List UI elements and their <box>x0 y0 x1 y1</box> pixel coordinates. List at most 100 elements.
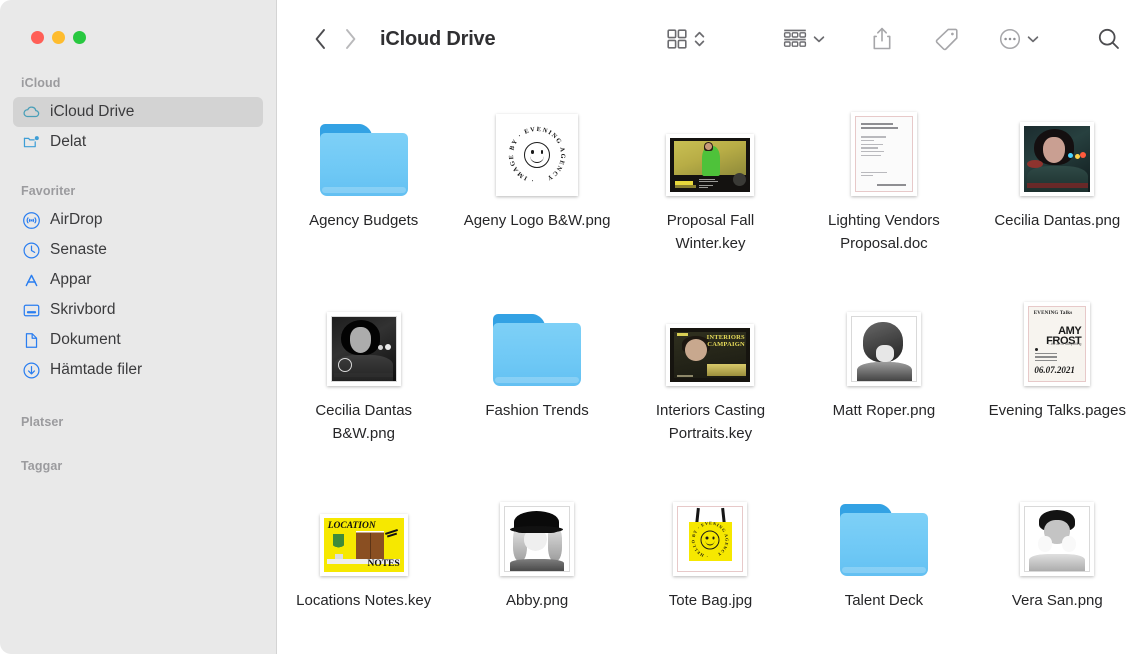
sidebar-item-hamtade-filer[interactable]: Hämtade filer <box>13 355 263 385</box>
chevron-down-icon[interactable] <box>1026 32 1040 46</box>
ellipsis-circle-icon[interactable] <box>998 27 1022 51</box>
file-label: Talent Deck <box>845 590 923 613</box>
chevron-updown-icon[interactable] <box>693 28 706 50</box>
file-label: Abby.png <box>506 590 568 613</box>
thumbnail: EVENING Talks AMY FROST ...the art of st… <box>1024 290 1090 386</box>
sidebar: iCloud iCloud Drive Dela <box>0 0 277 654</box>
sidebar-item-label: AirDrop <box>50 211 103 229</box>
sidebar-item-label: Delat <box>50 133 86 151</box>
close-button[interactable] <box>31 31 44 44</box>
thumbnail <box>851 100 917 196</box>
file-item[interactable]: · HELLO BY · EVENING AGENCY <box>624 480 797 654</box>
sidebar-item-skrivbord[interactable]: Skrivbord <box>13 295 263 325</box>
view-switcher[interactable] <box>665 27 706 51</box>
sidebar-item-label: Senaste <box>50 241 107 259</box>
toolbar: iCloud Drive <box>277 0 1144 78</box>
evening-agency-stamp: · IMAGE BY · EVENING AGENCY <box>506 124 568 186</box>
file-item[interactable]: · IMAGE BY · EVENING AGENCY Ageny Logo B… <box>450 100 623 290</box>
file-label: Agency Budgets <box>309 210 418 233</box>
file-item[interactable]: Matt Roper.png <box>797 290 970 480</box>
sidebar-item-senaste[interactable]: Senaste <box>13 235 263 265</box>
sidebar-item-label: Skrivbord <box>50 301 115 319</box>
file-label: Ageny Logo B&W.png <box>464 210 611 233</box>
clock-icon <box>22 241 41 260</box>
group-by-icon[interactable] <box>782 27 808 51</box>
tag-button[interactable] <box>934 26 960 52</box>
page-title: iCloud Drive <box>380 28 495 51</box>
thumbnail <box>327 290 401 386</box>
artwork-date: 06.07.2021 <box>1034 365 1075 375</box>
thumbnail <box>1020 100 1094 196</box>
thumbnail <box>847 290 921 386</box>
folder-icon <box>840 504 928 576</box>
cloud-icon <box>22 103 41 122</box>
sidebar-item-icloud-drive[interactable]: iCloud Drive <box>13 97 263 127</box>
sidebar-item-delat[interactable]: Delat <box>13 127 263 157</box>
file-grid: Agency Budgets · IMAGE BY · EVENING AGEN… <box>277 78 1144 654</box>
file-item[interactable]: Vera San.png <box>971 480 1144 654</box>
sidebar-list-favoriter: AirDrop Senaste Appar <box>0 205 276 385</box>
document-thumbnail <box>851 112 917 196</box>
file-item[interactable]: INTERIORS CAMPAIGN Interiors Casting Por… <box>624 290 797 480</box>
sidebar-item-label: Appar <box>50 271 91 289</box>
file-label: Lighting Vendors Proposal.doc <box>808 210 960 256</box>
airdrop-icon <box>22 211 41 230</box>
back-button[interactable] <box>305 22 335 56</box>
group-by-button[interactable] <box>782 27 826 51</box>
toolbar-right-group <box>665 26 1122 52</box>
thumbnail <box>493 290 581 386</box>
maximize-button[interactable] <box>73 31 86 44</box>
thumbnail <box>320 100 408 196</box>
grid-view-icon[interactable] <box>665 27 689 51</box>
file-label: Matt Roper.png <box>833 400 936 423</box>
image-thumbnail <box>1020 502 1094 576</box>
thumbnail <box>840 480 928 576</box>
traffic-lights <box>0 0 276 44</box>
sidebar-item-label: Hämtade filer <box>50 361 142 379</box>
artwork-subtitle: NOTES <box>367 559 399 569</box>
folder-icon <box>320 124 408 196</box>
sidebar-section-platser: Platser <box>0 415 276 429</box>
share-button[interactable] <box>870 26 894 52</box>
file-label: Vera San.png <box>1012 590 1103 613</box>
sidebar-item-appar[interactable]: Appar <box>13 265 263 295</box>
download-icon <box>22 361 41 380</box>
pages-thumbnail: EVENING Talks AMY FROST ...the art of st… <box>1024 302 1090 386</box>
forward-button[interactable] <box>335 22 365 56</box>
sidebar-item-dokument[interactable]: Dokument <box>13 325 263 355</box>
file-item[interactable]: Talent Deck <box>797 480 970 654</box>
thumbnail <box>1020 480 1094 576</box>
file-label: Cecilia Dantas.png <box>994 210 1120 233</box>
image-thumbnail <box>500 502 574 576</box>
thumbnail <box>500 480 574 576</box>
file-item[interactable]: Fashion Trends <box>450 290 623 480</box>
sidebar-section-icloud: iCloud <box>0 76 276 90</box>
file-label: Locations Notes.key <box>296 590 431 613</box>
file-item[interactable]: Proposal Fall Winter.key <box>624 100 797 290</box>
file-label: Fashion Trends <box>485 400 588 423</box>
sidebar-item-airdrop[interactable]: AirDrop <box>13 205 263 235</box>
file-item[interactable]: EVENING Talks AMY FROST ...the art of st… <box>971 290 1144 480</box>
sidebar-list-icloud: iCloud Drive Delat <box>0 97 276 157</box>
file-label: Interiors Casting Portraits.key <box>634 400 786 446</box>
file-item[interactable]: Lighting Vendors Proposal.doc <box>797 100 970 290</box>
search-button[interactable] <box>1096 26 1122 52</box>
image-thumbnail: · HELLO BY · EVENING AGENCY <box>673 502 747 576</box>
artwork-title: INTERIORS CAMPAIGN <box>670 334 744 349</box>
thumbnail: INTERIORS CAMPAIGN <box>666 290 754 386</box>
file-item[interactable]: Abby.png <box>450 480 623 654</box>
keynote-thumbnail: INTERIORS CAMPAIGN <box>666 324 754 386</box>
sidebar-section-favoriter: Favoriter <box>0 184 276 198</box>
file-item[interactable]: Agency Budgets <box>277 100 450 290</box>
artwork-header: EVENING Talks <box>1034 311 1073 316</box>
file-item[interactable]: Cecilia Dantas.png <box>971 100 1144 290</box>
file-item[interactable]: LOCATION NOTES Locations Notes.key <box>277 480 450 654</box>
more-actions-button[interactable] <box>998 27 1040 51</box>
minimize-button[interactable] <box>52 31 65 44</box>
chevron-down-icon[interactable] <box>812 32 826 46</box>
image-thumbnail <box>327 312 401 386</box>
thumbnail <box>666 100 754 196</box>
keynote-thumbnail <box>666 134 754 196</box>
file-item[interactable]: Cecilia Dantas B&W.png <box>277 290 450 480</box>
image-thumbnail: · IMAGE BY · EVENING AGENCY <box>496 114 578 196</box>
